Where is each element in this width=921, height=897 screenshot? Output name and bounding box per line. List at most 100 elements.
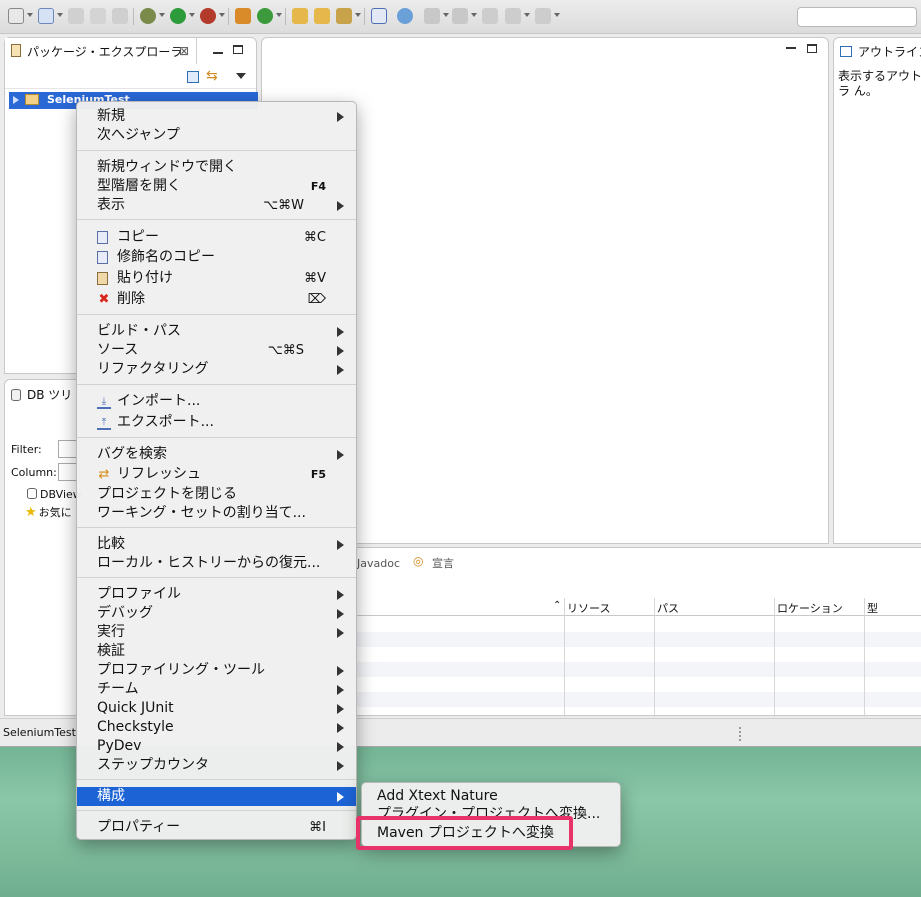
link-with-editor-icon[interactable]: ⇆ bbox=[206, 68, 218, 84]
submenu-arrow-icon bbox=[337, 685, 344, 695]
submenu-arrow-icon bbox=[337, 792, 344, 802]
menu-item[interactable]: PyDev bbox=[77, 737, 356, 756]
menu-item[interactable]: 修飾名のコピー bbox=[77, 248, 356, 267]
menu-item[interactable]: ソース ⌥⌘S bbox=[77, 341, 356, 360]
print-icon[interactable] bbox=[112, 8, 128, 24]
menu-item-add-xtext-nature[interactable]: Add Xtext Nature bbox=[377, 787, 498, 806]
column-header-resource[interactable]: リソース bbox=[567, 600, 610, 616]
menu-item[interactable]: 検証 bbox=[77, 642, 356, 661]
menu-item[interactable]: プロジェクトを閉じる bbox=[77, 485, 356, 504]
menu-item[interactable]: バグを検索 bbox=[77, 445, 356, 464]
expand-arrow-icon[interactable] bbox=[13, 96, 19, 104]
new-icon[interactable] bbox=[8, 8, 24, 24]
qualified-copy-icon bbox=[97, 251, 108, 264]
menu-item[interactable]: リファクタリング bbox=[77, 360, 356, 379]
tree-item-dbview[interactable]: DBView bbox=[27, 488, 82, 501]
menu-item[interactable]: デバッグ bbox=[77, 604, 356, 623]
column-header-path[interactable]: パス bbox=[657, 600, 679, 616]
menu-item[interactable]: 次へジャンプ bbox=[77, 126, 356, 145]
submenu-arrow-icon bbox=[337, 327, 344, 337]
run-dropdown-icon[interactable] bbox=[189, 13, 195, 17]
debug-dropdown-icon[interactable] bbox=[159, 13, 165, 17]
menu-item[interactable]: 比較 bbox=[77, 535, 356, 554]
sort-ascending-icon[interactable]: ⌃ bbox=[553, 600, 561, 611]
globe-icon[interactable] bbox=[397, 8, 413, 24]
column-divider[interactable] bbox=[774, 598, 775, 717]
menu-item[interactable]: 実行 bbox=[77, 623, 356, 642]
view-menu-icon[interactable] bbox=[236, 73, 246, 79]
run-icon[interactable] bbox=[170, 8, 186, 24]
menu-item[interactable]: プロファイリング・ツール bbox=[77, 661, 356, 680]
new-dropdown-icon[interactable] bbox=[27, 13, 33, 17]
save-all-icon[interactable] bbox=[90, 8, 106, 24]
maximize-icon[interactable] bbox=[233, 45, 243, 54]
open-task-icon[interactable] bbox=[314, 8, 330, 24]
prev-annotation-dropdown-icon[interactable] bbox=[471, 13, 477, 17]
menu-item[interactable]: 表示 ⌥⌘W bbox=[77, 196, 356, 215]
menu-item[interactable]: 新規ウィンドウで開く bbox=[77, 158, 356, 177]
menu-item[interactable]: コピー ⌘C bbox=[77, 228, 356, 247]
menu-item[interactable]: 貼り付け ⌘V bbox=[77, 269, 356, 288]
minimize-icon[interactable] bbox=[786, 47, 796, 49]
back-icon[interactable] bbox=[505, 8, 521, 24]
tab-javadoc[interactable]: Javadoc bbox=[357, 557, 400, 570]
tab-package-explorer[interactable]: パッケージ・エクスプローラ ⊠ bbox=[5, 38, 197, 64]
next-annotation-icon[interactable] bbox=[424, 8, 440, 24]
menu-item[interactable]: プロパティー ⌘I bbox=[77, 818, 356, 837]
new-class-dropdown-icon[interactable] bbox=[276, 13, 282, 17]
menu-item-label: Checkstyle bbox=[97, 719, 174, 735]
column-divider[interactable] bbox=[564, 598, 565, 717]
menu-item[interactable]: 新規 bbox=[77, 107, 356, 126]
column-divider[interactable] bbox=[864, 598, 865, 717]
menu-item[interactable]: チーム bbox=[77, 680, 356, 699]
collapse-all-icon[interactable] bbox=[187, 71, 199, 83]
debug-icon[interactable] bbox=[140, 8, 156, 24]
search-tool-icon[interactable] bbox=[336, 8, 352, 24]
database-icon bbox=[27, 488, 37, 499]
tree-item-favorites[interactable]: ★ お気に bbox=[25, 504, 72, 520]
new-class-icon[interactable] bbox=[257, 8, 273, 24]
menu-item[interactable]: ⤒ エクスポート... bbox=[77, 413, 356, 432]
close-icon[interactable]: ⊠ bbox=[179, 44, 189, 58]
prev-annotation-icon[interactable] bbox=[452, 8, 468, 24]
column-header-location[interactable]: ロケーション bbox=[777, 600, 843, 616]
forward-icon[interactable] bbox=[535, 8, 551, 24]
new-file-dropdown-icon[interactable] bbox=[57, 13, 63, 17]
tab-db-tree[interactable]: DB ツリ bbox=[27, 386, 72, 403]
menu-item[interactable]: ビルド・パス bbox=[77, 322, 356, 341]
back-dropdown-icon[interactable] bbox=[524, 13, 530, 17]
menu-item[interactable]: ローカル・ヒストリーからの復元... bbox=[77, 554, 356, 573]
external-tools-dropdown-icon[interactable] bbox=[219, 13, 225, 17]
forward-dropdown-icon[interactable] bbox=[554, 13, 560, 17]
menu-item[interactable]: ✖ 削除 ⌦ bbox=[77, 290, 356, 309]
column-divider[interactable] bbox=[654, 598, 655, 717]
menu-item[interactable]: ⇄ リフレッシュ F5 bbox=[77, 465, 356, 484]
menu-item-shortcut: F4 bbox=[310, 180, 326, 193]
menu-item[interactable]: Quick JUnit bbox=[77, 699, 356, 718]
quick-access-input[interactable] bbox=[797, 7, 917, 27]
toggle-mark-icon[interactable] bbox=[371, 8, 387, 24]
menu-item[interactable]: ワーキング・セットの割り当て... bbox=[77, 504, 356, 523]
search-dropdown-icon[interactable] bbox=[355, 13, 361, 17]
menu-separator bbox=[77, 577, 356, 578]
menu-item[interactable]: ステップカウンタ bbox=[77, 756, 356, 775]
last-edit-icon[interactable] bbox=[482, 8, 498, 24]
menu-item[interactable]: 構成 bbox=[77, 787, 356, 806]
copy-icon bbox=[97, 231, 108, 244]
next-annotation-dropdown-icon[interactable] bbox=[443, 13, 449, 17]
maximize-icon[interactable] bbox=[807, 44, 817, 53]
minimize-icon[interactable] bbox=[213, 52, 223, 54]
menu-item[interactable]: プロファイル bbox=[77, 585, 356, 604]
open-type-icon[interactable] bbox=[292, 8, 308, 24]
new-package-icon[interactable] bbox=[235, 8, 251, 24]
tab-outline[interactable]: アウトライン bbox=[858, 43, 921, 60]
menu-item[interactable]: 型階層を開く F4 bbox=[77, 177, 356, 196]
save-icon[interactable] bbox=[68, 8, 84, 24]
tab-declaration[interactable]: 宣言 bbox=[432, 555, 454, 571]
menu-item[interactable]: ⤓ インポート... bbox=[77, 392, 356, 411]
menu-item[interactable]: Checkstyle bbox=[77, 718, 356, 737]
submenu-arrow-icon bbox=[337, 540, 344, 550]
column-header-type[interactable]: 型 bbox=[867, 600, 878, 616]
new-file-icon[interactable] bbox=[38, 8, 54, 24]
external-tools-icon[interactable] bbox=[200, 8, 216, 24]
